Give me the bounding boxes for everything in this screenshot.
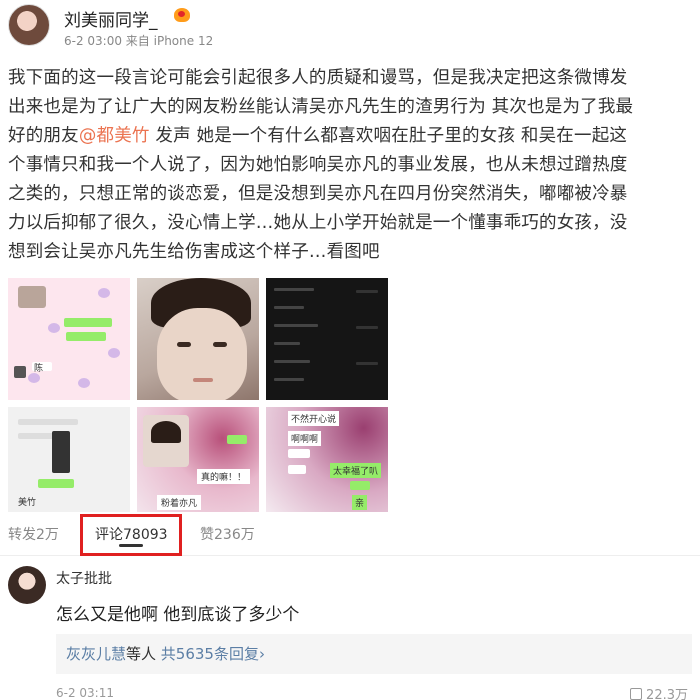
post-line: 想到会让吴亦凡先生给伤害成这个样子…看图吧	[8, 242, 380, 262]
post-username[interactable]: 刘美丽同学_	[64, 6, 158, 31]
image-thumbnail-2[interactable]	[137, 278, 259, 400]
comment-like-count: 22.3万	[646, 688, 688, 700]
image-thumbnail-6[interactable]: 不然开心说 啊啊啊 太幸福了叭 亲	[266, 407, 388, 512]
image-thumbnail-1[interactable]: 陈	[8, 278, 130, 400]
post-line: 之类的，只想正常的谈恋爱，但是没想到吴亦凡在四月份突然消失，嘟嘟被冷暴	[8, 184, 628, 204]
chat-label: 太幸福了叭	[330, 463, 382, 478]
chevron-right-icon: ›	[258, 645, 265, 663]
comment-time: 6-2 03:11	[56, 686, 114, 700]
replies-count[interactable]: 共5635条回复	[161, 645, 259, 663]
tab-repost[interactable]: 转发2万	[8, 524, 59, 544]
chat-label: 真的嘛！！	[197, 469, 251, 484]
replier-name[interactable]: 灰灰儿慧	[66, 645, 126, 663]
post-line-text: 发声 她是一个有什么都喜欢咽在肚子里的女孩 和吴在一起这	[149, 126, 628, 146]
post-header: 刘美丽同学_ 6-2 03:00 来自 iPhone 12	[8, 4, 688, 48]
chat-label: 不然开心说	[288, 411, 340, 426]
chat-label: 粉着亦凡	[157, 495, 202, 510]
post-line: 个事情只和我一个人说了，因为她怕影响吴亦凡的事业发展，也从未想过蹭热度	[8, 155, 628, 175]
mention-link[interactable]: @都美竹	[79, 126, 150, 146]
comment-replies-link[interactable]: 灰灰儿慧等人 共5635条回复›	[56, 634, 692, 674]
vip-badge-icon	[174, 8, 190, 22]
chat-label: 亲	[352, 495, 368, 510]
annotation-highlight-box	[80, 514, 182, 556]
comment-like-button[interactable]: 22.3万	[630, 684, 688, 700]
comment-text: 怎么又是他啊 他到底谈了多少个	[56, 605, 300, 625]
image-grid: 陈 美竹 真的嘛！！ 粉着亦凡 不然开心说 啊啊啊 太幸福了叭 亲	[8, 278, 388, 512]
tab-active-indicator	[119, 544, 143, 547]
post-line: 我下面的这一段言论可能会引起很多人的质疑和谩骂，但是我决定把这条微博发	[8, 68, 628, 88]
tab-like[interactable]: 赞236万	[200, 524, 255, 544]
commenter-name[interactable]: 太子批批	[56, 568, 112, 588]
commenter-avatar[interactable]	[8, 566, 46, 604]
post-body: 我下面的这一段言论可能会引起很多人的质疑和谩骂，但是我决定把这条微博发 出来也是…	[8, 64, 692, 267]
chat-label: 陈	[34, 364, 44, 374]
chat-label: 啊啊啊	[288, 431, 322, 446]
post-line: 好的朋友@都美竹 发声 她是一个有什么都喜欢咽在肚子里的女孩 和吴在一起这	[8, 122, 692, 151]
image-thumbnail-3[interactable]	[266, 278, 388, 400]
comment-item: 太子批批 怎么又是他啊 他到底谈了多少个 灰灰儿慧等人 共5635条回复› 6-…	[0, 562, 700, 700]
post-line: 力以后抑郁了很久，没心情上学…她从上小学开始就是一个懂事乖巧的女孩，没	[8, 213, 628, 233]
image-thumbnail-5[interactable]: 真的嘛！！ 粉着亦凡	[137, 407, 259, 512]
post-meta: 6-2 03:00 来自 iPhone 12	[64, 34, 214, 48]
post-line: 出来也是为了让广大的网友粉丝能认清吴亦凡先生的渣男行为 其次也是为了我最	[8, 97, 634, 117]
image-thumbnail-4[interactable]: 美竹	[8, 407, 130, 512]
post-line-text: 好的朋友	[8, 126, 79, 146]
chat-label: 美竹	[18, 498, 37, 508]
replies-mid-text: 等人	[126, 645, 161, 663]
user-avatar[interactable]	[8, 4, 50, 46]
thumbs-up-icon	[630, 688, 643, 700]
